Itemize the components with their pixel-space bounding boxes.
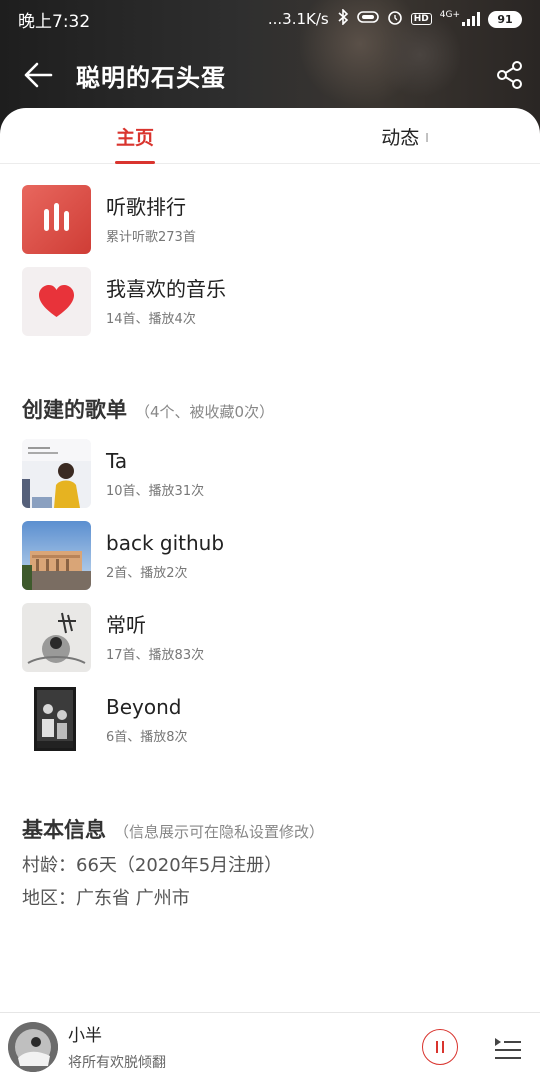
playlist-cover-ta xyxy=(22,438,91,508)
playlist-subtitle: 17首、播放83次 xyxy=(106,647,205,663)
pause-button[interactable] xyxy=(422,1028,458,1065)
rank-tile xyxy=(22,184,91,254)
tab-activity-label: 动态 xyxy=(381,126,420,149)
playlist-title: Beyond xyxy=(106,694,182,719)
rank-title: 听歌排行 xyxy=(106,194,186,219)
playlist-cover-beyond xyxy=(22,684,91,754)
player-cover[interactable] xyxy=(8,1021,58,1072)
playlists-note: （4个、被收藏0次） xyxy=(135,403,275,421)
vibrate-icon xyxy=(356,10,379,28)
battery-icon: 91 xyxy=(488,10,522,28)
mini-player[interactable]: 小半 将所有欢脱倾翻 xyxy=(0,1012,540,1080)
hd-icon: HD xyxy=(410,13,432,25)
playlist-subtitle: 10首、播放31次 xyxy=(106,483,205,499)
liked-title: 我喜欢的音乐 xyxy=(106,276,226,301)
basic-info-section-title: 基本信息 （信息展示可在隐私设置修改） xyxy=(22,814,324,844)
player-lyric: 将所有欢脱倾翻 xyxy=(68,1055,166,1071)
tab-activity[interactable]: 动态 I xyxy=(270,108,540,164)
liked-tile xyxy=(22,266,91,336)
playlist-queue-icon xyxy=(495,1037,521,1059)
playlists-section-title: 创建的歌单 （4个、被收藏0次） xyxy=(22,394,274,424)
tab-home-label: 主页 xyxy=(115,126,154,149)
village-age-text: 村龄：66天（2020年5月注册） xyxy=(22,855,283,876)
network-speed: ...3.1K/s xyxy=(267,10,329,28)
rank-subtitle: 累计听歌273首 xyxy=(106,229,196,245)
region-text: 地区：广东省 广州市 xyxy=(22,888,190,909)
playlist-item[interactable]: 常听 17首、播放83次 xyxy=(22,602,522,672)
signal-icon xyxy=(462,12,480,26)
title-bar: 聪明的石头蛋 xyxy=(0,48,540,102)
playlist-subtitle: 6首、播放8次 xyxy=(106,729,188,745)
status-time: 晚上7:32 xyxy=(18,11,91,32)
playlist-subtitle: 2首、播放2次 xyxy=(106,565,188,581)
heart-icon xyxy=(39,284,74,317)
tab-activity-count: I xyxy=(425,131,429,145)
share-icon xyxy=(497,61,522,89)
playlist-item[interactable]: Beyond 6首、播放8次 xyxy=(22,684,522,754)
bar-chart-icon xyxy=(44,202,69,231)
playlist-item[interactable]: back github 2首、播放2次 xyxy=(22,520,522,590)
tab-bar: 主页 动态 I xyxy=(0,108,540,164)
player-song-title: 小半 xyxy=(68,1026,102,1046)
liked-music-item[interactable]: 我喜欢的音乐 14首、播放4次 xyxy=(22,266,522,336)
playlist-button[interactable] xyxy=(488,1027,528,1067)
share-button[interactable] xyxy=(480,48,540,102)
playlist-item[interactable]: Ta 10首、播放31次 xyxy=(22,438,522,508)
battery-level: 91 xyxy=(497,12,513,26)
back-button[interactable] xyxy=(0,48,76,102)
bluetooth-icon xyxy=(337,8,349,29)
page-title: 聪明的石头蛋 xyxy=(76,63,226,92)
playlist-title: back github xyxy=(106,530,225,555)
liked-subtitle: 14首、播放4次 xyxy=(106,311,196,327)
basic-info-note: （信息展示可在隐私设置修改） xyxy=(114,823,325,841)
arrow-left-icon xyxy=(24,62,53,88)
listening-rank-item[interactable]: 听歌排行 累计听歌273首 xyxy=(22,184,522,254)
basic-info-title: 基本信息 xyxy=(22,818,106,842)
pause-icon xyxy=(436,1040,438,1053)
playlists-title: 创建的歌单 xyxy=(22,398,127,422)
profile-sheet: 主页 动态 I 听歌排行 累计听歌273首 我喜欢的音乐 14首、播放4次 创建… xyxy=(0,108,540,1080)
tab-home[interactable]: 主页 xyxy=(0,108,270,164)
playlist-title: 常听 xyxy=(106,612,146,637)
network-type-label: 4G+ xyxy=(439,10,460,20)
alarm-icon xyxy=(387,9,403,29)
playlist-cover-back-github xyxy=(22,520,91,590)
playlist-title: Ta xyxy=(106,448,128,473)
playlist-cover-changting xyxy=(22,602,91,672)
status-bar: 晚上7:32 ...3.1K/s HD 4G+ 91 xyxy=(0,0,540,38)
